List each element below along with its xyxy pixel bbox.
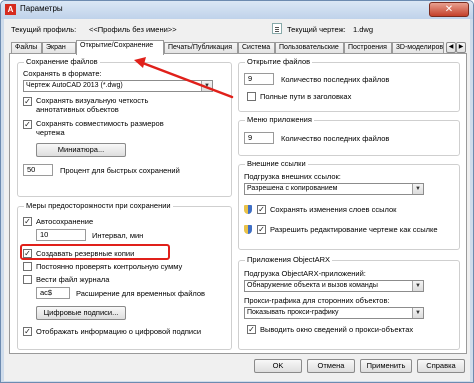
file-save-group: Сохранение файлов Сохранять в формате: Ч… [17,57,232,197]
visual-fidelity-label-line1: Сохранять визуальную четкость [36,96,149,105]
demand-load-value: Разрешена с копированием [247,185,338,192]
temp-extension-input[interactable]: ac$ [36,287,70,299]
shield-icon [244,225,252,234]
visual-fidelity-label-line2: аннотативных объектов [36,105,119,114]
application-menu-group-title: Меню приложения [245,115,314,124]
apply-button[interactable]: Применить [360,359,412,373]
tab-open-and-save[interactable]: Открытие/Сохранение [76,40,164,55]
arx-load-label: Подгрузка ObjectARX-приложений: [244,269,366,278]
recent-files-count-input[interactable]: 9 [244,73,274,85]
chevron-down-icon: ▼ [412,308,423,318]
autocad-app-icon: A [5,4,16,15]
current-drawing-value: 1.dwg [353,25,374,34]
arx-load-value: Обнаружение объекта и вызов команды [247,282,378,289]
ok-button[interactable]: OK [254,359,302,373]
crc-validation-label: Постоянно проверять контрольную сумму [36,262,183,271]
recent-files-count-label: Количество последних файлов [281,75,390,84]
demand-load-label: Подгрузка внешних ссылок: [244,172,341,181]
chevron-down-icon: ▼ [201,81,212,91]
allow-inplace-edit-checkbox[interactable]: ✓ [257,225,266,234]
size-compat-checkbox[interactable]: ✓ [23,120,32,129]
options-dialog: A Параметры ✕ Текущий профиль: <<Профиль… [0,0,474,383]
save-format-dropdown[interactable]: Чертеж AutoCAD 2013 (*.dwg) ▼ [23,80,213,92]
file-open-group-title: Открытие файлов [245,57,313,66]
thumbnail-preview-button[interactable]: Миниатюра... [36,143,126,157]
objectarx-group: Приложения ObjectARX Подгрузка ObjectARX… [238,255,460,350]
tab-scroll-right-button[interactable]: ▶ [456,42,466,53]
dialog-client-area: Текущий профиль: <<Профиль без имени>> Т… [4,19,470,381]
cancel-button[interactable]: Отмена [307,359,355,373]
crc-validation-checkbox[interactable] [23,262,32,271]
proxy-info-dialog-label: Выводить окно сведений о прокси-объектах [260,325,414,334]
incremental-save-input[interactable]: 50 [23,164,53,176]
menu-recent-files-input[interactable]: 9 [244,132,274,144]
size-compat-label-line2: чертежа [36,128,65,137]
drawing-file-icon [272,23,282,34]
menu-recent-files-label: Количество последних файлов [281,134,390,143]
file-safety-group-title: Меры предосторожности при сохранении [24,201,173,210]
log-file-checkbox[interactable] [23,275,32,284]
tab-scroll-left-button[interactable]: ◀ [446,42,456,53]
incremental-save-label: Процент для быстрых сохранений [60,166,180,175]
visual-fidelity-checkbox[interactable]: ✓ [23,97,32,106]
file-safety-group: Меры предосторожности при сохранении ✓ А… [17,201,232,350]
open-save-tab-panel: Сохранение файлов Сохранять в формате: Ч… [9,53,467,354]
backup-highlight-box [20,244,170,260]
arx-load-dropdown[interactable]: Обнаружение объекта и вызов команды ▼ [244,280,424,292]
allow-inplace-edit-label: Разрешить редактирование чертеже как ссы… [270,225,438,234]
full-path-title-label: Полные пути в заголовках [260,92,352,101]
objectarx-group-title: Приложения ObjectARX [245,255,333,264]
temp-extension-label: Расширение для временных файлов [76,289,206,298]
profile-row: Текущий профиль: <<Профиль без имени>> Т… [9,23,467,37]
autosave-label: Автосохранение [36,217,94,226]
dialog-footer: OK Отмена Применить Справка [4,357,470,379]
save-format-value: Чертеж AutoCAD 2013 (*.dwg) [26,82,123,89]
size-compat-label-line1: Сохранять совместимость размеров [36,119,164,128]
title-bar[interactable]: A Параметры ✕ [1,1,473,19]
window-title: Параметры [20,4,63,13]
file-save-group-title: Сохранение файлов [24,57,100,66]
current-profile-label: Текущий профиль: [11,25,77,34]
full-path-title-checkbox[interactable] [247,92,256,101]
proxy-info-dialog-checkbox[interactable]: ✓ [247,325,256,334]
application-menu-group: Меню приложения 9 Количество последних ф… [238,115,460,156]
save-format-label: Сохранять в формате: [23,69,102,78]
chevron-down-icon: ▼ [412,281,423,291]
show-signature-info-label: Отображать информацию о цифровой подписи [36,327,202,336]
proxy-graphics-value: Показывать прокси-графику [247,309,339,316]
autosave-interval-input[interactable]: 10 [36,229,86,241]
close-button[interactable]: ✕ [429,2,469,17]
retain-layer-changes-checkbox[interactable]: ✓ [257,205,266,214]
autosave-interval-label: Интервал, мин [92,231,144,240]
shield-icon [244,205,252,214]
current-profile-value: <<Профиль без имени>> [89,25,177,34]
xrefs-group-title: Внешние ссылки [245,159,308,168]
tab-strip: Файлы Экран Открытие/Сохранение Печать/П… [9,40,467,55]
demand-load-dropdown[interactable]: Разрешена с копированием ▼ [244,183,424,195]
digital-signatures-button[interactable]: Цифровые подписи... [36,306,126,320]
retain-layer-changes-label: Сохранять изменения слоев ссылок [270,205,397,214]
proxy-graphics-dropdown[interactable]: Показывать прокси-графику ▼ [244,307,424,319]
current-drawing-label: Текущий чертеж: [287,25,346,34]
xrefs-group: Внешние ссылки Подгрузка внешних ссылок:… [238,159,460,250]
autosave-checkbox[interactable]: ✓ [23,217,32,226]
proxy-graphics-label: Прокси-графика для сторонних объектов: [244,296,390,305]
file-open-group: Открытие файлов 9 Количество последних ф… [238,57,460,112]
show-signature-info-checkbox[interactable]: ✓ [23,327,32,336]
help-button[interactable]: Справка [417,359,465,373]
log-file-label: Вести файл журнала [36,275,110,284]
chevron-down-icon: ▼ [412,184,423,194]
